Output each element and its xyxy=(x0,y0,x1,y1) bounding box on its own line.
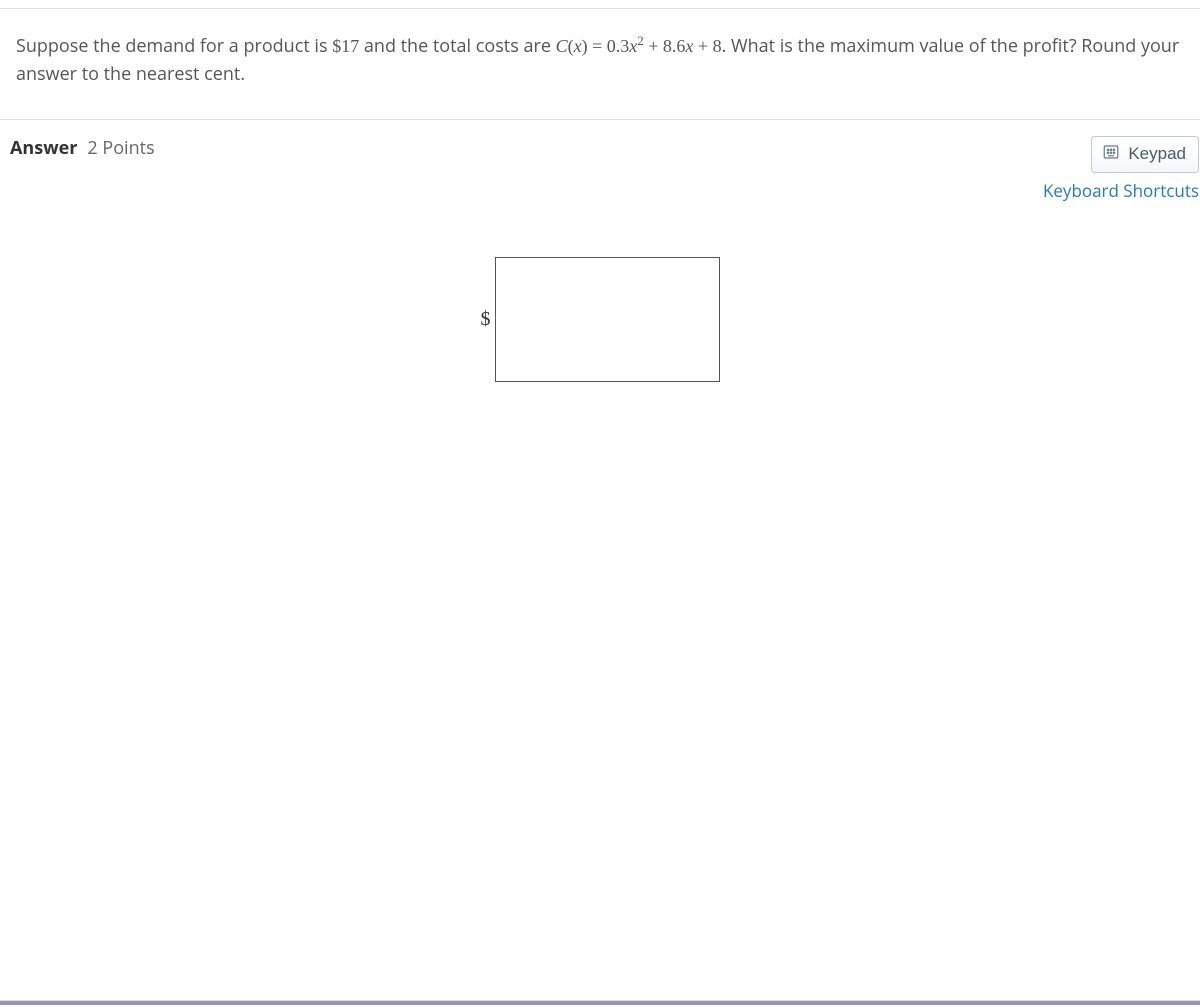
q-plus1: + xyxy=(644,36,663,56)
answer-header: Answer 2 Points Keypad Keyboard Shortcut… xyxy=(0,120,1200,202)
q-coef2: 8.6 xyxy=(663,36,686,56)
q-const: 8 xyxy=(713,36,722,56)
q-func-c: C xyxy=(556,36,568,56)
q-plus2: + xyxy=(693,36,712,56)
q-x1: x xyxy=(574,36,582,56)
keyboard-shortcuts-link[interactable]: Keyboard Shortcuts xyxy=(1043,179,1199,202)
q-eq: = xyxy=(588,36,607,56)
q-text: Suppose the demand for a product is xyxy=(16,34,332,58)
answer-input[interactable] xyxy=(495,257,720,382)
footer-bar xyxy=(0,1001,1200,1005)
points-label: 2 Points xyxy=(87,136,154,160)
keypad-button[interactable]: Keypad xyxy=(1091,136,1199,173)
answer-left: Answer 2 Points xyxy=(10,136,155,160)
answer-input-row: $ xyxy=(0,257,1200,382)
currency-symbol: $ xyxy=(481,308,491,331)
q-coef1: 0.3 xyxy=(607,36,630,56)
q-price: $17 xyxy=(332,36,359,56)
keypad-icon xyxy=(1102,143,1120,166)
answer-label: Answer xyxy=(10,136,77,160)
q-mid1: and the total costs are xyxy=(359,34,555,58)
answer-right: Keypad Keyboard Shortcuts xyxy=(1043,136,1200,202)
keypad-button-label: Keypad xyxy=(1128,144,1186,164)
question-text: Suppose the demand for a product is $17 … xyxy=(0,9,1200,119)
